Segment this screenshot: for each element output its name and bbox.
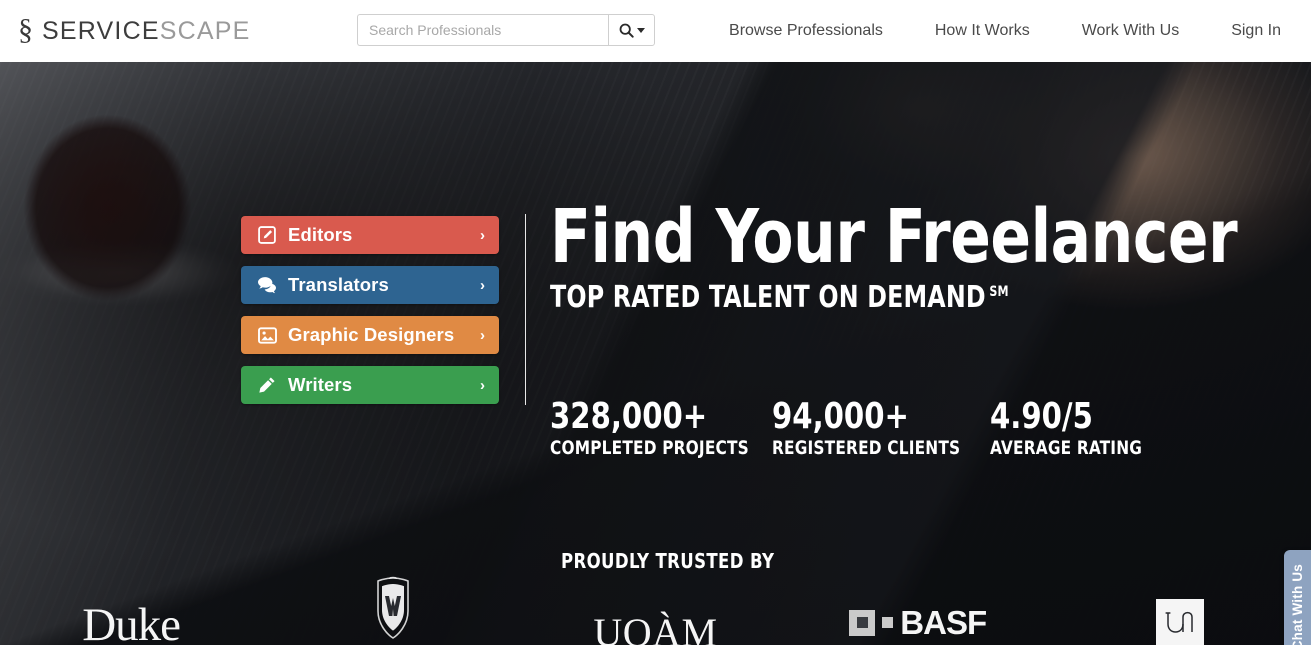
category-label: Translators [288,274,389,295]
brand-logo-nantes: UNIVERSITÉ DE NANTES [1049,598,1311,645]
hero-headline: Find Your Freelancer [550,194,1238,280]
chevron-right-icon: › [480,276,485,294]
site-header: § SERVICESCAPE Browse Professionals How … [0,0,1311,62]
category-button-translators[interactable]: Translators › [241,266,499,304]
service-mark: SM [989,284,1009,301]
category-button-list: Editors › Translators › Graphic Designer… [241,216,499,416]
chat-tab-label: Chat With Us [1290,563,1305,645]
search-button[interactable] [608,14,655,46]
chevron-down-icon [636,27,645,33]
logo-text-primary: SERVICE [42,16,160,45]
main-navigation: Browse Professionals How It Works Work W… [703,0,1311,62]
trusted-by-logos: Duke U N I V E R S I T Y WISCONSIN UNIVE… [0,576,1311,645]
stat-label: REGISTERED CLIENTS [772,436,961,459]
stat-number: 94,000+ [772,396,909,437]
stat-label: AVERAGE RATING [990,436,1143,459]
trusted-by-title: PROUDLY TRUSTED BY [561,549,775,573]
chat-with-us-tab[interactable]: Chat With Us [1284,550,1311,645]
search-input[interactable] [357,14,608,46]
brand-logo-uqam: UQÀM [524,613,786,645]
hero-subheadline: TOP RATED TALENT ON DEMAND SM [550,280,1222,315]
chevron-right-icon: › [480,326,485,344]
nav-item-work-with-us[interactable]: Work With Us [1056,0,1205,62]
vertical-divider [525,214,526,405]
comments-icon [257,275,277,295]
chevron-right-icon: › [480,376,485,394]
brand-logo-basf: BASF We create chemistry [787,606,1049,645]
nav-item-sign-in[interactable]: Sign In [1205,0,1311,62]
hero-copy: Find Your Freelancer TOP RATED TALENT ON… [550,194,1311,315]
stat-average-rating: 4.90/5 AVERAGE RATING [990,398,1159,459]
logo-text-secondary: SCAPE [159,16,251,45]
brand-logo-duke: Duke U N I V E R S I T Y [0,602,262,645]
wisconsin-crest-icon [365,576,421,645]
nantes-mark-icon [1155,598,1204,645]
basf-mark: BASF [849,604,987,641]
category-button-editors[interactable]: Editors › [241,216,499,254]
nav-item-how-it-works[interactable]: How It Works [909,0,1056,62]
pen-square-icon [257,225,277,245]
stat-label: COMPLETED PROJECTS [550,436,749,459]
search-bar [357,14,655,46]
basf-dot-icon [882,617,894,628]
stat-registered-clients: 94,000+ REGISTERED CLIENTS [772,396,961,459]
pencil-icon [257,375,277,395]
hero-section: Editors › Translators › Graphic Designer… [0,62,1311,645]
brand-name: BASF [900,604,987,641]
category-label: Graphic Designers [288,324,455,345]
category-label: Writers [288,374,353,395]
image-icon [257,325,277,345]
brand-name: UQÀM [593,610,718,645]
hero-stats: 328,000+ COMPLETED PROJECTS 94,000+ REGI… [550,398,1159,459]
brand-name: Duke [82,599,181,645]
site-logo[interactable]: § SERVICESCAPE [18,0,250,62]
category-button-writers[interactable]: Writers › [241,366,499,404]
search-icon [619,23,634,38]
chevron-right-icon: › [480,226,485,244]
logo-wordmark: SERVICESCAPE [42,17,250,46]
brand-logo-wisconsin: WISCONSIN UNIVERSITY OF WISCONSIN–MADISO… [262,576,524,645]
basf-square-icon [849,609,876,636]
section-symbol-icon: § [18,13,33,46]
nav-item-browse-professionals[interactable]: Browse Professionals [703,0,909,62]
stat-number: 328,000+ [550,396,708,437]
category-label: Editors [288,224,353,245]
hero-subheadline-text: TOP RATED TALENT ON DEMAND [550,280,986,316]
stat-number: 4.90/5 [990,396,1093,437]
stat-completed-projects: 328,000+ COMPLETED PROJECTS [550,396,749,459]
category-button-graphic-designers[interactable]: Graphic Designers › [241,316,499,354]
